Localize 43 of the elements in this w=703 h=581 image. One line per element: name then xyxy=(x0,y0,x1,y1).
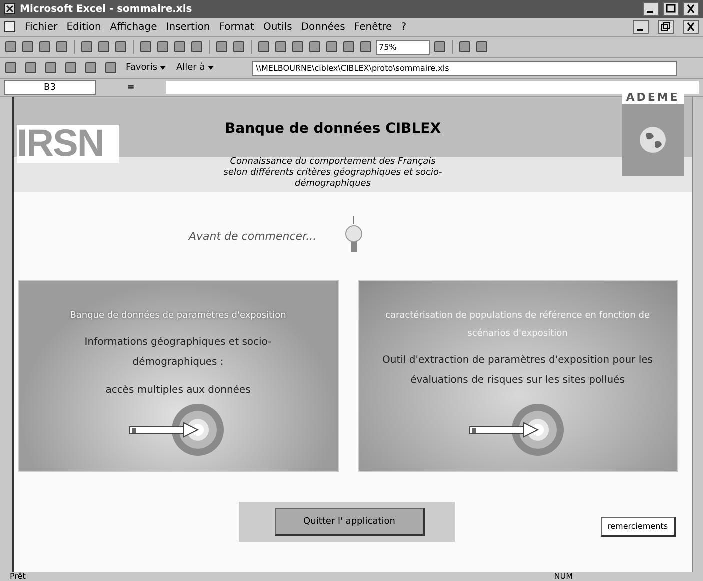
menu-item[interactable]: Fichier xyxy=(25,22,58,32)
status-text: Prêt xyxy=(10,572,26,581)
menu-item[interactable]: Format xyxy=(219,22,254,32)
caret-icon xyxy=(160,66,166,70)
quit-button[interactable]: Quitter l' application xyxy=(275,508,425,536)
favorites-button[interactable]: Favoris xyxy=(124,63,168,73)
maximize-icon[interactable] xyxy=(663,2,679,16)
close-icon[interactable] xyxy=(683,20,699,34)
irsn-logo: IRSN xyxy=(17,125,119,163)
num-lock-indicator: NUM xyxy=(554,572,573,581)
menu-panel[interactable]: Banque de données de paramètres d'exposition Informations géographiques et socio-démographiques : accès multiples aux données xyxy=(18,280,338,472)
panel-text: accès multiples aux données xyxy=(104,384,252,398)
thanks-button[interactable]: remerciements xyxy=(600,517,676,537)
go-button[interactable]: Aller à xyxy=(174,63,216,73)
panel-heading: Banque de données de paramètres d'exposition xyxy=(70,310,286,323)
equals-sign: = xyxy=(126,82,136,92)
caret-icon xyxy=(208,66,214,70)
menu-item[interactable]: Outils xyxy=(263,22,292,32)
window-title: Microsoft Excel - sommaire.xls xyxy=(20,4,192,14)
sheet-title: Banque de données CIBLEX xyxy=(224,121,442,139)
menu-item[interactable]: Edition xyxy=(66,22,102,32)
menu-item[interactable]: Fenêtre xyxy=(354,22,392,32)
zoom-field[interactable]: 75% xyxy=(376,40,430,54)
excel-icon xyxy=(4,3,16,15)
panel-text: Informations géographiques et socio-démographiques : xyxy=(84,336,273,370)
minimize-icon[interactable] xyxy=(643,2,659,16)
formula-field[interactable] xyxy=(166,81,699,94)
ademe-logo: ADEME xyxy=(622,91,684,104)
minimize-icon[interactable] xyxy=(633,20,649,34)
menu-item[interactable]: Insertion xyxy=(166,22,210,32)
intro-text: Avant de commencer... xyxy=(189,230,317,242)
menu-item[interactable]: ? xyxy=(401,22,406,32)
name-box[interactable]: B3 xyxy=(4,80,96,95)
close-icon[interactable] xyxy=(683,2,699,16)
address-field[interactable]: \\MELBOURNE\ciblex\CIBLEX\proto\sommaire.xls xyxy=(252,60,678,76)
panel-heading: caractérisation de populations de référence en fonction de scénarios d'exposition xyxy=(384,310,651,341)
menu-item[interactable]: Données xyxy=(301,22,346,32)
restore-icon[interactable] xyxy=(658,20,674,34)
globe-icon xyxy=(638,125,668,155)
menu-panel[interactable]: caractérisation de populations de référence en fonction de scénarios d'exposition Outil d'extraction de paramètres d'exposition pour les évaluations de risques sur les sites pollués xyxy=(358,280,678,472)
menu-item[interactable]: Affichage xyxy=(110,22,158,32)
sheet-subtitle: Connaissance du comportement des Français selon différents critères géographiques et socio-démographiques xyxy=(222,157,444,190)
panel-text: Outil d'extraction de paramètres d'exposition pour les évaluations de risques sur les sites pollués xyxy=(381,354,654,388)
